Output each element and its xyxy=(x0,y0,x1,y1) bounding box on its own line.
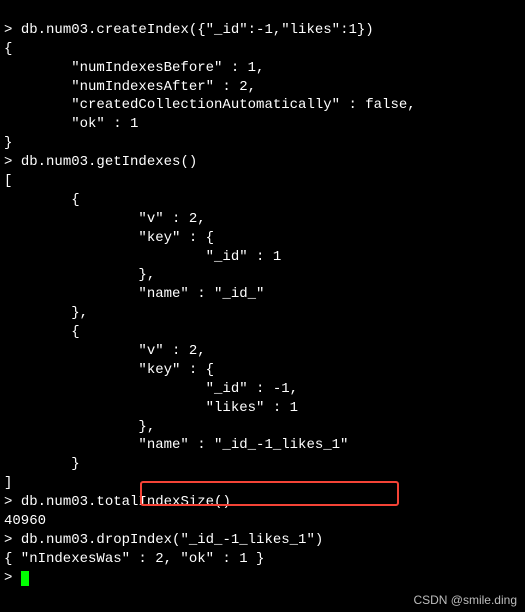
cursor-icon xyxy=(21,571,29,586)
output-line: [ xyxy=(4,173,12,189)
terminal-output[interactable]: > db.num03.createIndex({"_id":-1,"likes"… xyxy=(0,0,525,590)
output-line: } xyxy=(4,456,80,472)
output-line: { xyxy=(4,192,80,208)
output-line: ] xyxy=(4,475,12,491)
output-line: "numIndexesBefore" : 1, xyxy=(4,60,264,76)
prompt: > xyxy=(4,494,21,510)
prompt: > xyxy=(4,154,21,170)
output-line: "likes" : 1 xyxy=(4,400,298,416)
output-line: "_id" : -1, xyxy=(4,381,298,397)
output-line: { xyxy=(4,41,12,57)
output-line-highlighted: "name" : "_id_-1_likes_1" xyxy=(4,437,348,453)
output-line: "createdCollectionAutomatically" : false… xyxy=(4,97,416,113)
output-line: } xyxy=(4,135,12,151)
output-line: { xyxy=(4,324,80,340)
output-line: { "nIndexesWas" : 2, "ok" : 1 } xyxy=(4,551,264,567)
command-getindexes: db.num03.getIndexes() xyxy=(21,154,197,170)
output-line: "_id" : 1 xyxy=(4,249,281,265)
output-line: "numIndexesAfter" : 2, xyxy=(4,79,256,95)
output-line: "ok" : 1 xyxy=(4,116,138,132)
command-totalindexsize: db.num03.totalIndexSize() xyxy=(21,494,231,510)
output-line: "key" : { xyxy=(4,230,214,246)
output-line: }, xyxy=(4,267,155,283)
prompt: > xyxy=(4,22,21,38)
watermark-text: CSDN @smile.ding xyxy=(413,592,517,608)
output-line: 40960 xyxy=(4,513,46,529)
command-dropindex: db.num03.dropIndex("_id_-1_likes_1") xyxy=(21,532,323,548)
output-line: }, xyxy=(4,419,155,435)
prompt: > xyxy=(4,570,21,586)
prompt: > xyxy=(4,532,21,548)
output-line: "v" : 2, xyxy=(4,343,206,359)
output-line: "name" : "_id_" xyxy=(4,286,264,302)
command-createindex: db.num03.createIndex({"_id":-1,"likes":1… xyxy=(21,22,374,38)
output-line: "v" : 2, xyxy=(4,211,206,227)
output-line: }, xyxy=(4,305,88,321)
output-line: "key" : { xyxy=(4,362,214,378)
